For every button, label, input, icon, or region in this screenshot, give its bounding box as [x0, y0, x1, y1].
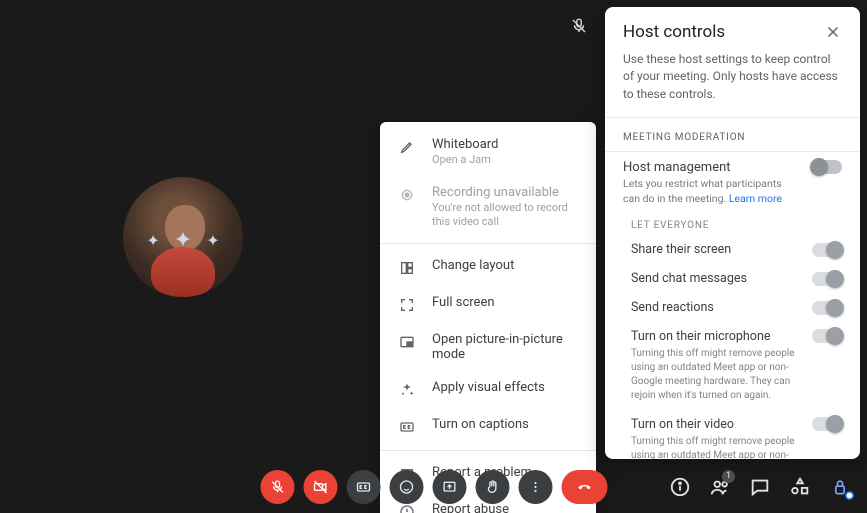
layout-icon — [398, 259, 416, 277]
activities-button[interactable] — [789, 476, 811, 498]
toggle-send-chat[interactable] — [812, 272, 842, 286]
subsection-let-everyone: LET EVERYONE — [605, 208, 860, 235]
host-management-title: Host management — [623, 160, 802, 177]
menu-separator — [380, 243, 596, 244]
send-chat-label: Send chat messages — [631, 271, 747, 286]
reactions-button[interactable] — [389, 470, 423, 504]
menu-whiteboard-title: Whiteboard — [432, 137, 498, 153]
participant-avatar — [123, 177, 243, 297]
row-share-screen: Share their screen — [605, 235, 860, 264]
mic-muted-icon — [570, 17, 588, 35]
captions-icon — [398, 418, 416, 436]
more-options-button[interactable] — [518, 470, 552, 504]
toggle-turn-on-mic[interactable] — [812, 329, 842, 343]
row-host-management: Host management Lets you restrict what p… — [605, 152, 860, 208]
turn-on-mic-label: Turn on their microphone — [631, 329, 802, 344]
present-button[interactable] — [432, 470, 466, 504]
pencil-icon — [398, 138, 416, 156]
host-management-sub: Lets you restrict what participants can … — [623, 177, 802, 206]
fullscreen-icon — [398, 296, 416, 314]
menu-full-screen-label: Full screen — [432, 295, 495, 310]
meeting-details-button[interactable] — [669, 476, 691, 498]
row-turn-on-video: Turn on their video Turning this off mig… — [605, 410, 860, 459]
toggle-turn-on-video[interactable] — [812, 417, 842, 431]
toggle-host-management[interactable] — [812, 160, 842, 174]
learn-more-link[interactable]: Learn more — [729, 192, 782, 205]
section-meeting-moderation: MEETING MODERATION — [605, 118, 860, 151]
menu-separator — [380, 450, 596, 451]
captions-button[interactable] — [346, 470, 380, 504]
row-send-chat: Send chat messages — [605, 264, 860, 293]
menu-captions[interactable]: Turn on captions — [380, 408, 596, 445]
participants-count-badge: 1 — [722, 470, 735, 483]
row-send-reactions: Send reactions — [605, 293, 860, 322]
host-controls-scroll[interactable]: Host controls Use these host settings to… — [605, 7, 860, 459]
camera-toggle-button[interactable] — [303, 470, 337, 504]
meet-stage: ✦✦✦ Whiteboard Open a Jam Re — [0, 0, 867, 513]
menu-pip[interactable]: Open picture-in-picture mode — [380, 323, 596, 371]
turn-on-video-sub: Turning this off might remove people usi… — [631, 435, 802, 459]
turn-on-mic-sub: Turning this off might remove people usi… — [631, 347, 802, 403]
host-controls-button[interactable] — [829, 476, 851, 498]
turn-on-video-label: Turn on their video — [631, 417, 802, 432]
menu-pip-label: Open picture-in-picture mode — [432, 332, 578, 362]
participants-button[interactable]: 1 — [709, 476, 731, 498]
menu-recording-sub: You're not allowed to record this video … — [432, 201, 578, 229]
menu-change-layout-label: Change layout — [432, 258, 514, 273]
sparkle-icon — [398, 381, 416, 399]
menu-visual-effects-label: Apply visual effects — [432, 380, 545, 395]
right-controls: 1 — [669, 476, 851, 498]
menu-whiteboard-sub: Open a Jam — [432, 153, 498, 167]
host-controls-panel: Host controls Use these host settings to… — [605, 7, 860, 459]
chat-button[interactable] — [749, 476, 771, 498]
bottom-bar: 1 — [0, 460, 867, 513]
menu-recording-title: Recording unavailable — [432, 185, 578, 201]
menu-captions-label: Turn on captions — [432, 417, 529, 432]
panel-description: Use these host settings to keep control … — [605, 51, 860, 117]
mic-toggle-button[interactable] — [260, 470, 294, 504]
close-button[interactable] — [822, 21, 844, 43]
toggle-send-reactions[interactable] — [812, 301, 842, 315]
pip-icon — [398, 333, 416, 351]
send-reactions-label: Send reactions — [631, 300, 714, 315]
menu-visual-effects[interactable]: Apply visual effects — [380, 371, 596, 408]
menu-change-layout[interactable]: Change layout — [380, 249, 596, 286]
center-controls — [260, 470, 607, 504]
toggle-share-screen[interactable] — [812, 243, 842, 257]
menu-recording: Recording unavailable You're not allowed… — [380, 176, 596, 238]
menu-whiteboard[interactable]: Whiteboard Open a Jam — [380, 128, 596, 176]
host-controls-badge-icon — [844, 490, 855, 501]
leave-call-button[interactable] — [561, 470, 607, 504]
more-options-menu: Whiteboard Open a Jam Recording unavaila… — [380, 122, 596, 513]
record-icon — [398, 186, 416, 204]
raise-hand-button[interactable] — [475, 470, 509, 504]
share-screen-label: Share their screen — [631, 242, 731, 257]
row-turn-on-mic: Turn on their microphone Turning this of… — [605, 322, 860, 410]
panel-title: Host controls — [623, 22, 725, 42]
menu-full-screen[interactable]: Full screen — [380, 286, 596, 323]
